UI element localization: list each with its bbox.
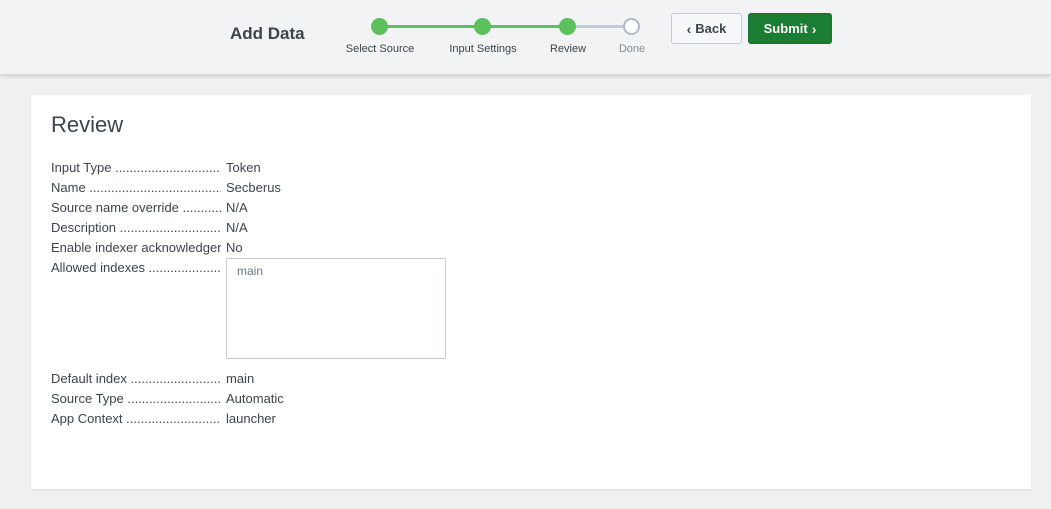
back-button[interactable]: ‹ Back: [671, 13, 742, 44]
field-label: Description ............................…: [51, 220, 221, 235]
allowed-indexes-list[interactable]: main: [226, 258, 446, 359]
review-title: Review: [51, 112, 124, 137]
field-label: Source Type ............................…: [51, 391, 221, 406]
step-label-done: Done: [618, 43, 646, 55]
field-label: Source name override ...................…: [51, 200, 221, 215]
field-value: launcher: [226, 411, 276, 426]
back-button-label: Back: [695, 21, 727, 36]
step-label-select-source: Select Source: [345, 43, 415, 55]
list-item: main: [237, 264, 264, 278]
field-value: Token: [226, 160, 261, 175]
field-value: main: [226, 371, 255, 386]
field-label: Allowed indexes ........................…: [51, 260, 221, 275]
wizard-header: Add Data Select Source Input Settings Re…: [0, 0, 1051, 75]
step-dot-select-source: [371, 18, 388, 35]
field-value: Secberus: [226, 180, 281, 195]
field-value: N/A: [226, 200, 248, 215]
chevron-right-icon: ›: [811, 20, 817, 37]
review-panel: Review Input Type ......................…: [31, 95, 1031, 489]
step-dot-input-settings: [474, 18, 491, 35]
field-value: Automatic: [226, 391, 284, 406]
field-label: App Context ............................…: [51, 411, 221, 426]
step-progress: Select Source Input Settings Review Done: [0, 0, 1051, 74]
field-value: No: [226, 240, 243, 255]
step-dot-review: [559, 18, 576, 35]
field-label: Default index ..........................…: [51, 371, 221, 386]
step-connector: [379, 25, 482, 28]
chevron-left-icon: ‹: [686, 20, 692, 37]
field-label: Name ...................................…: [51, 180, 221, 195]
field-value: N/A: [226, 220, 248, 235]
step-connector: [567, 25, 631, 28]
submit-button-label: Submit: [763, 21, 808, 36]
field-label: Input Type .............................…: [51, 160, 221, 175]
step-dot-done: [623, 18, 640, 35]
step-label-review: Review: [549, 43, 587, 55]
field-label: Enable indexer acknowledgement .........…: [51, 240, 221, 255]
submit-button[interactable]: Submit ›: [748, 13, 832, 44]
step-connector: [482, 25, 567, 28]
step-label-input-settings: Input Settings: [449, 43, 517, 55]
